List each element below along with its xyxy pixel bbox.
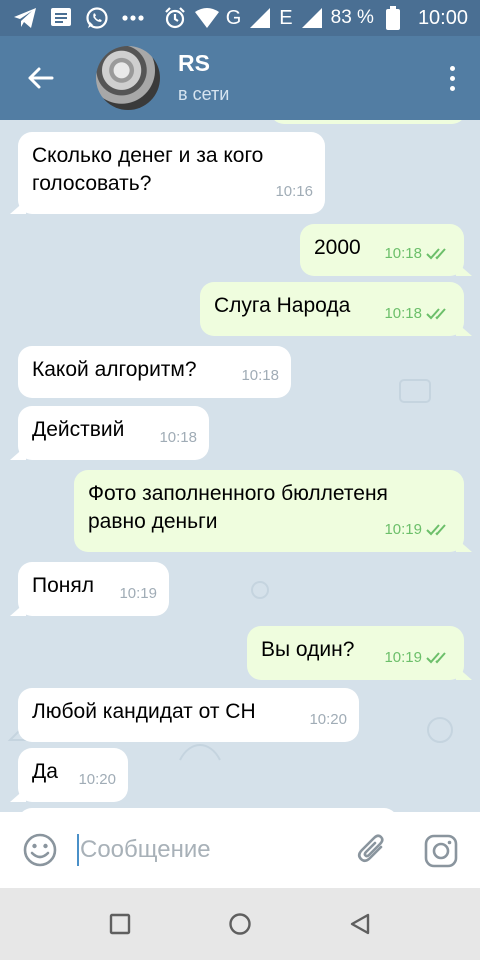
triangle-back-icon <box>350 913 370 935</box>
clock: 10:00 <box>417 6 468 29</box>
message-bubble-in[interactable]: Сколько денег и за кого голосовать? 10:1… <box>10 132 325 214</box>
message-time: 10:18 <box>384 245 422 262</box>
message-time: 10:19 <box>384 521 422 538</box>
more-vert-icon-dot <box>449 75 455 81</box>
double-check-icon <box>426 248 446 260</box>
battery-icon <box>380 5 406 31</box>
message-meta: 10:18 <box>159 424 197 452</box>
message-time: 10:16 <box>275 183 313 200</box>
circle-icon <box>229 913 251 935</box>
double-check-icon <box>426 524 446 536</box>
paperclip-icon <box>357 834 384 863</box>
message-bubble-out[interactable]: Вы один? 10:19 <box>247 626 472 680</box>
message-meta: 10:19 <box>384 516 452 544</box>
message-bubble-partial <box>270 120 466 124</box>
message-list[interactable]: Сколько денег и за кого голосовать? 10:1… <box>0 120 480 812</box>
message-icon <box>48 5 74 31</box>
notification-icons <box>12 4 146 32</box>
message-time: 10:18 <box>384 305 422 322</box>
whatsapp-icon <box>84 5 110 31</box>
message-bubble-in[interactable]: Любой кандидат от СН 10:20 <box>18 688 359 742</box>
message-composer <box>0 812 480 888</box>
network-type-1: G <box>225 6 242 29</box>
more-vert-icon-dot <box>449 65 455 71</box>
message-meta: 10:18 <box>241 362 279 390</box>
chat-header: RS в сети <box>0 36 480 120</box>
message-time: 10:20 <box>309 711 347 728</box>
message-input[interactable] <box>80 830 340 870</box>
alarm-icon <box>162 5 188 31</box>
message-text: Действий <box>32 418 125 441</box>
message-text: Любой кандидат от СН <box>32 700 256 723</box>
message-time: 10:18 <box>241 367 279 384</box>
message-meta: 10:19 <box>384 644 452 672</box>
network-type-2: E <box>279 6 293 29</box>
attach-button[interactable] <box>354 832 390 868</box>
message-meta: 10:20 <box>78 766 116 794</box>
message-text: 2000 <box>314 236 361 259</box>
message-meta: 10:16 <box>275 178 313 206</box>
message-meta: 10:19 <box>119 580 157 608</box>
arrow-left-icon <box>28 67 54 89</box>
message-time: 10:19 <box>384 649 422 666</box>
message-text: Сколько денег и за кого голосовать? <box>32 144 264 195</box>
chat-title[interactable]: RS <box>178 50 210 77</box>
message-bubble-out[interactable]: Фото заполненного бюллетеня равно деньги… <box>74 470 472 552</box>
double-check-icon <box>426 652 446 664</box>
recents-button[interactable] <box>106 910 134 938</box>
message-time: 10:19 <box>119 585 157 602</box>
text-caret <box>77 834 79 866</box>
message-meta: 10:18 <box>384 300 452 328</box>
emoji-button[interactable] <box>22 832 58 868</box>
camera-icon <box>424 834 458 868</box>
signal-icon-2 <box>299 5 325 31</box>
message-bubble-in[interactable]: Да 10:20 <box>10 748 128 802</box>
double-check-icon <box>426 308 446 320</box>
message-text: Фото заполненного бюллетеня равно деньги <box>88 482 388 533</box>
message-text: Вы один? <box>261 638 355 661</box>
square-icon <box>109 913 131 935</box>
message-meta: 10:20 <box>309 706 347 734</box>
telegram-icon <box>12 5 38 31</box>
more-menu-button[interactable] <box>440 60 464 96</box>
signal-icon-1 <box>247 5 273 31</box>
message-text: Слуга Народа <box>214 294 351 317</box>
back-button[interactable] <box>16 56 64 100</box>
online-status: в сети <box>178 84 230 104</box>
message-text: Какой алгоритм? <box>32 358 197 381</box>
message-meta: 10:18 <box>384 240 452 268</box>
avatar[interactable] <box>96 46 160 110</box>
message-bubble-out[interactable]: Слуга Народа 10:18 <box>200 282 472 336</box>
message-bubble-out[interactable]: 2000 10:18 <box>300 224 472 276</box>
more-vert-icon-dot <box>449 85 455 91</box>
message-bubble-in[interactable]: Какой алгоритм? 10:18 <box>18 346 291 398</box>
message-time: 10:20 <box>78 771 116 788</box>
message-bubble-in[interactable]: Действий 10:18 <box>10 406 209 460</box>
back-nav-button[interactable] <box>346 910 374 938</box>
message-text: Да <box>32 760 58 783</box>
status-bar: G E 83 % 10:00 <box>0 0 480 36</box>
message-text: Понял <box>32 574 94 597</box>
more-dots-icon <box>120 5 146 31</box>
system-icons: G E 83 % 10:00 <box>162 4 468 32</box>
battery-percent: 83 % <box>330 7 374 28</box>
message-time: 10:18 <box>159 429 197 446</box>
wifi-icon <box>194 5 220 31</box>
camera-button[interactable] <box>422 832 460 870</box>
system-navigation-bar <box>0 888 480 960</box>
message-bubble-in[interactable]: Понял 10:19 <box>10 562 169 616</box>
smiley-icon <box>23 833 57 867</box>
home-button[interactable] <box>226 910 254 938</box>
